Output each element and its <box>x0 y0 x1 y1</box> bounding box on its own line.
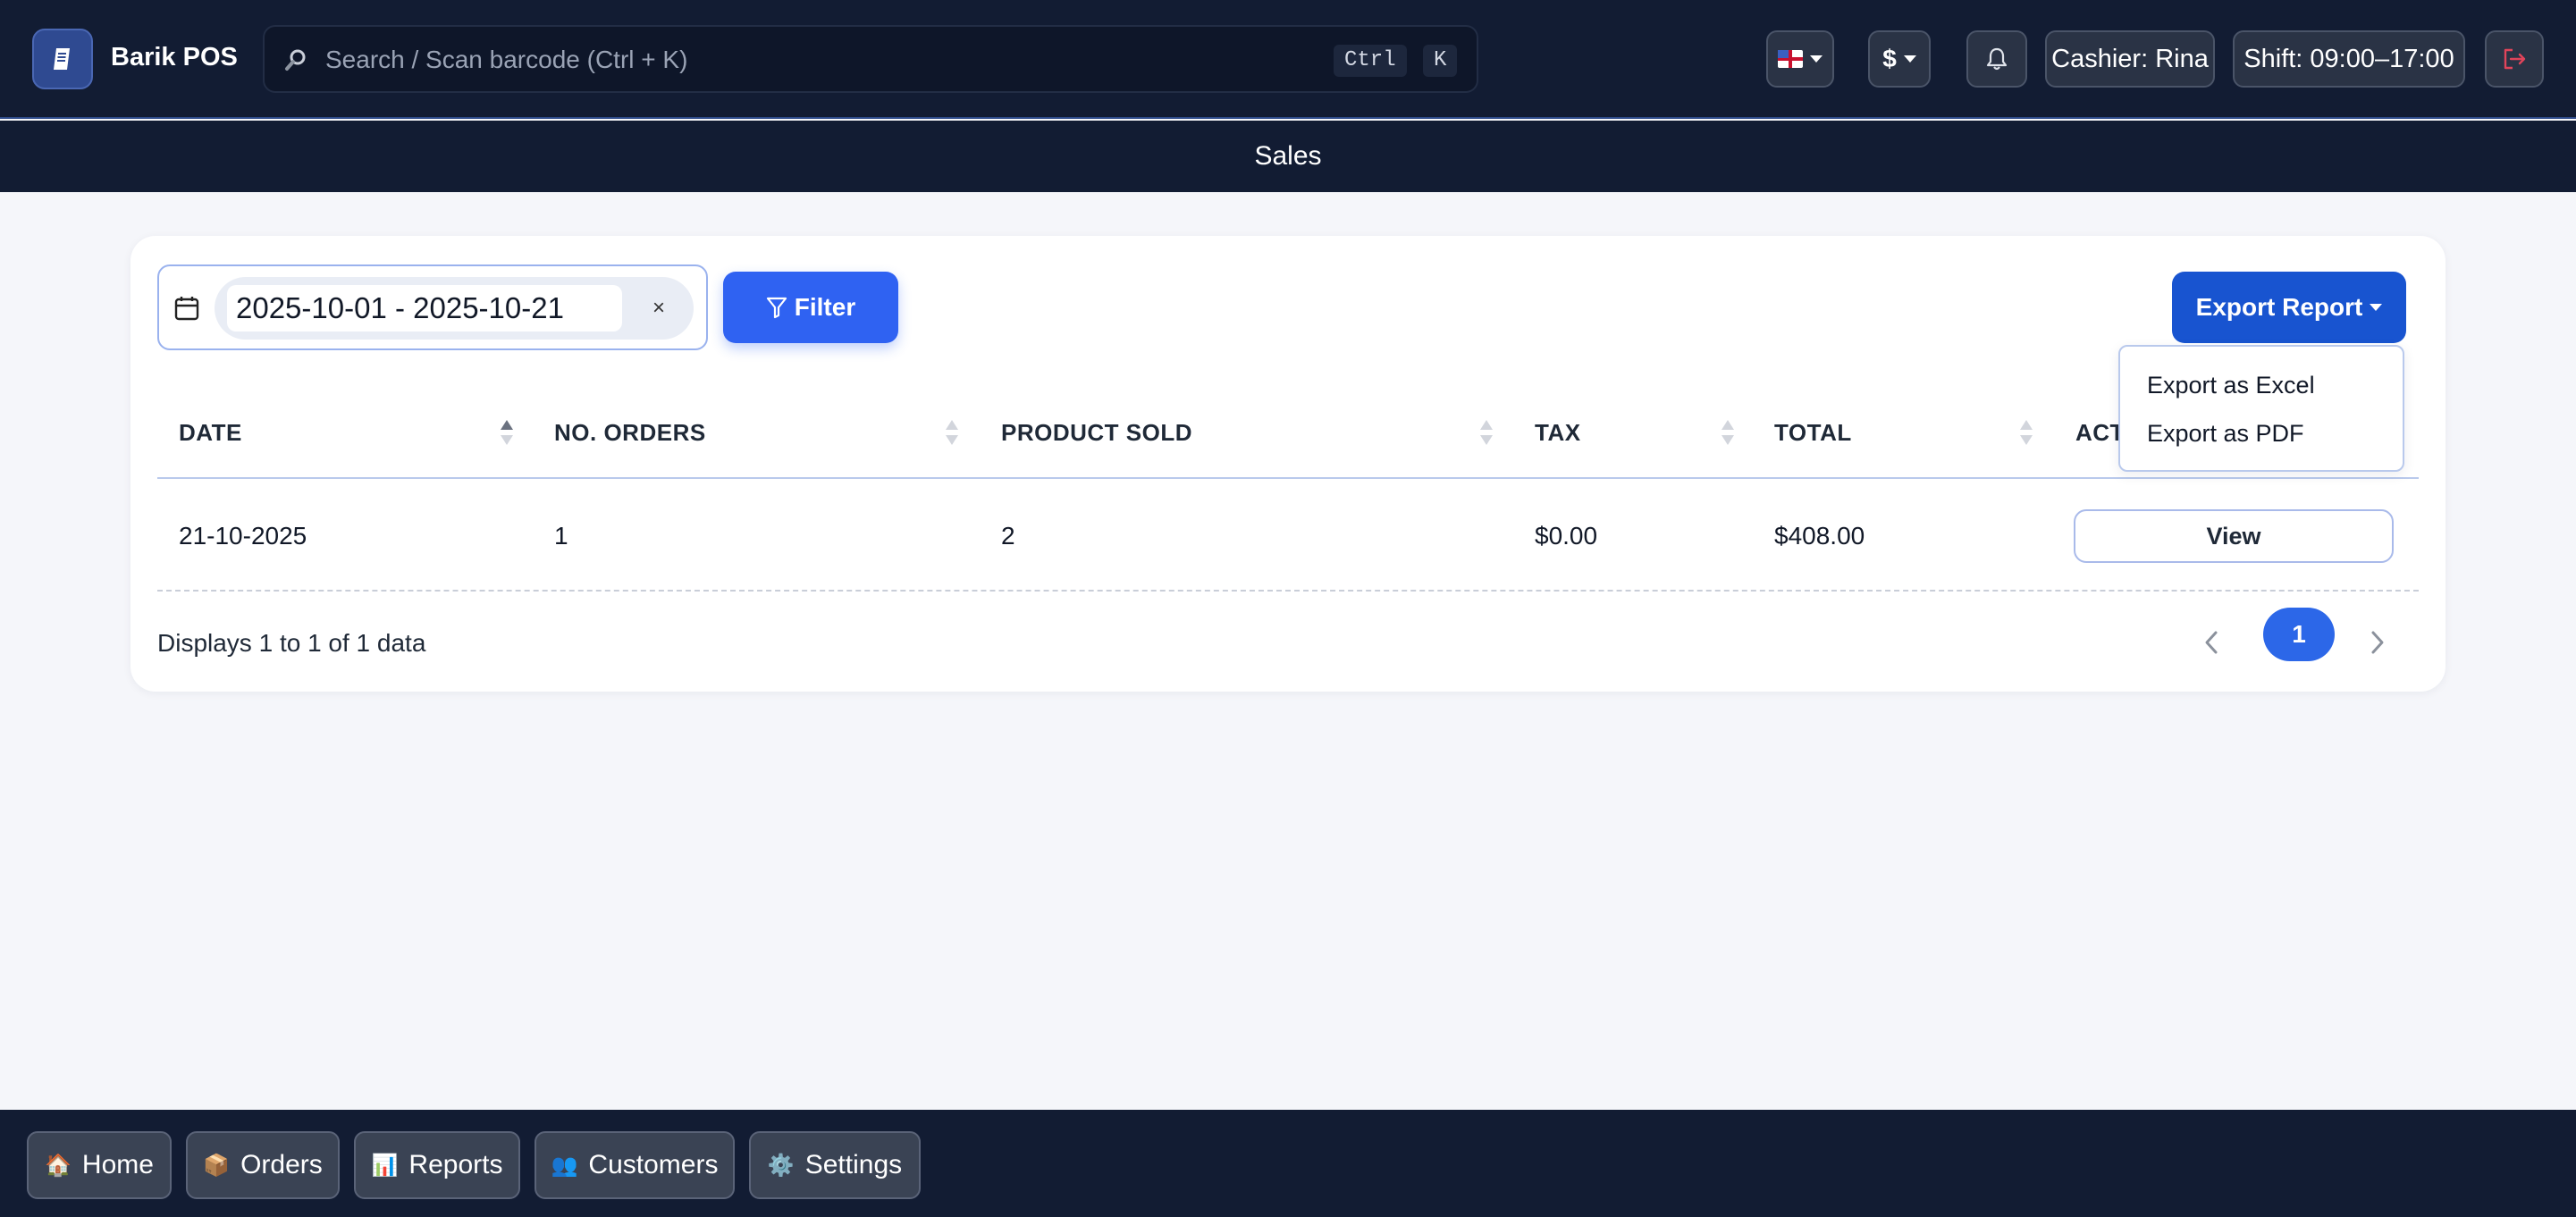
cell-products-sold: 2 <box>1001 522 1015 550</box>
currency-selector[interactable]: $ <box>1868 30 1931 88</box>
pagination-info: Displays 1 to 1 of 1 data <box>157 629 426 657</box>
page-title: Sales <box>1254 141 1322 171</box>
cell-tax: $0.00 <box>1535 522 1598 550</box>
column-header-tax[interactable]: TAX <box>1535 386 1581 479</box>
language-selector[interactable] <box>1766 30 1834 88</box>
previous-page-button[interactable] <box>2193 617 2229 668</box>
nav-orders-button[interactable]: 📦 Orders <box>186 1131 340 1199</box>
column-header-date[interactable]: DATE <box>179 386 242 479</box>
view-button[interactable]: View <box>2074 509 2394 563</box>
logout-icon <box>2504 48 2526 70</box>
flag-icon <box>1778 50 1803 68</box>
page-title-bar: Sales <box>0 121 2576 192</box>
app-logo-icon[interactable] <box>32 29 93 89</box>
cashier-badge[interactable]: Cashier: Rina <box>2045 30 2215 88</box>
nav-reports-button[interactable]: 📊 Reports <box>354 1131 520 1199</box>
sort-icon[interactable] <box>1722 420 1734 447</box>
search-icon <box>282 46 309 78</box>
nav-settings-label: Settings <box>804 1150 903 1179</box>
column-header-orders[interactable]: NO. ORDERS <box>554 386 706 479</box>
column-header-total[interactable]: TOTAL <box>1774 386 1852 479</box>
cell-total: $408.00 <box>1774 522 1865 550</box>
shift-badge[interactable]: Shift: 09:00–17:00 <box>2233 30 2465 88</box>
export-report-label: Export Report <box>2195 293 2363 321</box>
page-button-current[interactable]: 1 <box>2263 608 2335 661</box>
next-page-button[interactable] <box>2360 617 2395 668</box>
search-bar[interactable]: Ctrl K <box>263 25 1478 93</box>
nav-home-button[interactable]: 🏠 Home <box>27 1131 172 1199</box>
date-range-picker[interactable]: × <box>157 264 708 350</box>
table-header: DATE NO. ORDERS PRODUCT SOLD TAX TOTAL A… <box>157 386 2419 479</box>
nav-settings-button[interactable]: ⚙️ Settings <box>749 1131 921 1199</box>
nav-customers-label: Customers <box>588 1150 719 1179</box>
sort-icon[interactable] <box>2020 420 2033 447</box>
logout-button[interactable] <box>2485 30 2544 88</box>
chevron-down-icon <box>2370 304 2383 311</box>
filter-label: Filter <box>794 293 856 321</box>
package-icon: 📦 <box>203 1153 231 1178</box>
cell-orders: 1 <box>554 522 568 550</box>
sort-icon[interactable] <box>501 420 513 447</box>
notifications-button[interactable] <box>1966 30 2027 88</box>
chart-icon: 📊 <box>371 1153 399 1178</box>
column-header-products-sold[interactable]: PRODUCT SOLD <box>1001 386 1192 479</box>
sort-icon[interactable] <box>946 420 958 447</box>
sort-icon[interactable] <box>1480 420 1493 447</box>
shortcut-ctrl-key: Ctrl <box>1334 45 1407 77</box>
search-input[interactable] <box>325 39 1219 80</box>
top-bar: Barik POS Ctrl K $ Cashier: Rina Shift: … <box>0 0 2576 119</box>
chevron-down-icon <box>1810 55 1823 63</box>
chevron-down-icon <box>1903 55 1916 63</box>
calendar-icon <box>173 295 200 326</box>
export-dropdown-menu: Export as Excel Export as PDF <box>2118 345 2404 472</box>
bell-icon <box>1986 47 2008 71</box>
export-report-button[interactable]: Export Report <box>2172 272 2406 343</box>
filter-button[interactable]: Filter <box>723 272 898 343</box>
gear-icon: ⚙️ <box>767 1153 795 1178</box>
column-header-action: ACT <box>2075 418 2125 446</box>
date-range-pill: × <box>215 277 694 340</box>
home-icon: 🏠 <box>45 1153 72 1178</box>
cell-date: 21-10-2025 <box>179 522 307 550</box>
nav-reports-label: Reports <box>408 1150 503 1179</box>
chevron-left-icon <box>2205 631 2218 654</box>
shortcut-k-key: K <box>1423 45 1458 77</box>
users-icon: 👥 <box>551 1153 578 1178</box>
sales-report-card: × Filter Export Report DATE NO. ORDERS P… <box>130 236 2446 692</box>
clear-date-button[interactable]: × <box>644 293 674 323</box>
export-excel-menu-item[interactable]: Export as Excel <box>2147 372 2315 399</box>
nav-customers-button[interactable]: 👥 Customers <box>535 1131 735 1199</box>
export-pdf-menu-item[interactable]: Export as PDF <box>2147 420 2304 448</box>
currency-symbol: $ <box>1882 45 1897 72</box>
filter-icon <box>766 297 787 319</box>
app-name: Barik POS <box>111 43 238 71</box>
nav-home-label: Home <box>81 1150 154 1179</box>
nav-orders-label: Orders <box>240 1150 323 1179</box>
date-range-input[interactable] <box>227 285 622 332</box>
chevron-right-icon <box>2371 631 2384 654</box>
bottom-navigation: 🏠 Home 📦 Orders 📊 Reports 👥 Customers ⚙️… <box>0 1110 2576 1217</box>
